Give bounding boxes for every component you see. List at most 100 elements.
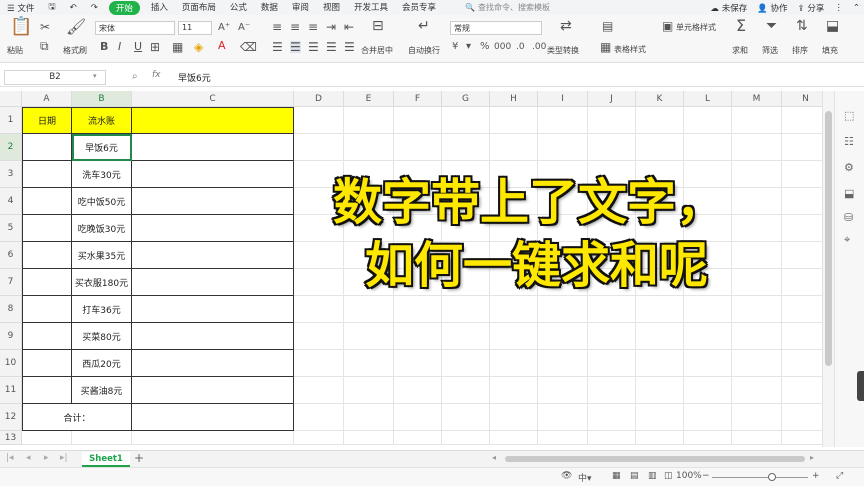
decrease-decimal-icon[interactable]: .00 — [532, 41, 546, 53]
cell-G9[interactable] — [442, 323, 490, 350]
cell-D2[interactable] — [294, 134, 344, 161]
cell-E11[interactable] — [344, 377, 394, 404]
first-sheet-icon[interactable]: |◂ — [6, 453, 14, 463]
cell-G10[interactable] — [442, 350, 490, 377]
increase-decimal-icon[interactable]: .0 — [516, 41, 525, 53]
decrease-font-icon[interactable]: A⁻ — [238, 22, 250, 34]
cell-M3[interactable] — [732, 161, 782, 188]
increase-font-icon[interactable]: A⁺ — [218, 22, 230, 34]
cell-J12[interactable] — [588, 404, 636, 431]
row-header-5[interactable]: 5 — [0, 215, 22, 242]
cell-G1[interactable] — [442, 107, 490, 134]
clear-format-icon[interactable]: ⌫ — [240, 41, 257, 53]
column-header-M[interactable]: M — [732, 91, 782, 107]
format-painter-button[interactable]: 格式刷 — [63, 45, 87, 56]
column-header-K[interactable]: K — [636, 91, 684, 107]
column-header-F[interactable]: F — [394, 91, 442, 107]
underline-icon[interactable]: U — [134, 41, 142, 53]
cell-I12[interactable] — [538, 404, 588, 431]
cell-A10[interactable] — [22, 350, 72, 377]
page-break-icon[interactable]: ▥ — [648, 471, 657, 481]
cell-C5[interactable] — [132, 215, 294, 242]
border-icon[interactable]: ⊞ — [150, 41, 160, 53]
cell-M7[interactable] — [732, 269, 782, 296]
cell-K10[interactable] — [636, 350, 684, 377]
auto-wrap-button[interactable]: 自动换行 — [408, 45, 440, 56]
cell-B8[interactable]: 打车36元 — [72, 296, 132, 323]
cell-I10[interactable] — [538, 350, 588, 377]
percent-icon[interactable]: % — [480, 41, 490, 53]
cell-C10[interactable] — [132, 350, 294, 377]
fill-icon[interactable]: ⬓ — [826, 19, 839, 33]
cell-D6[interactable] — [294, 242, 344, 269]
fullscreen-icon[interactable]: ⤢ — [836, 471, 843, 481]
prev-sheet-icon[interactable]: ◂ — [26, 453, 31, 463]
cell-E13[interactable] — [344, 431, 394, 445]
scroll-left-icon[interactable]: ◂ — [492, 453, 496, 462]
location-icon[interactable]: ⌖ — [844, 233, 850, 247]
formula-input[interactable]: 早饭6元 — [178, 71, 211, 84]
cell-M9[interactable] — [732, 323, 782, 350]
cell-A12[interactable]: 合计： — [22, 404, 132, 431]
cell-B2[interactable]: 早饭6元 — [72, 134, 132, 161]
cell-M12[interactable] — [732, 404, 782, 431]
cell-J8[interactable] — [588, 296, 636, 323]
auto-wrap-icon[interactable]: ↵ — [418, 19, 430, 33]
type-convert-icon[interactable]: ⇄ — [560, 19, 572, 33]
cell-K9[interactable] — [636, 323, 684, 350]
table-style-button[interactable]: 表格样式 — [614, 44, 646, 55]
cell-N8[interactable] — [782, 296, 822, 323]
cell-B6[interactable]: 买水果35元 — [72, 242, 132, 269]
cell-N7[interactable] — [782, 269, 822, 296]
cell-I8[interactable] — [538, 296, 588, 323]
panel-collapse-handle[interactable] — [857, 371, 864, 401]
font-size-select[interactable]: 11 — [178, 21, 212, 35]
align-middle-icon[interactable]: ≡ — [290, 21, 300, 33]
menu-tab-4[interactable]: 数据 — [254, 1, 285, 15]
cell-B13[interactable] — [72, 431, 132, 445]
cell-B4[interactable]: 吃中饭50元 — [72, 188, 132, 215]
cell-K11[interactable] — [636, 377, 684, 404]
cell-A1[interactable]: 日期 — [22, 107, 72, 134]
unsaved-status[interactable]: ☁ 未保存 — [711, 2, 748, 14]
more-icon[interactable]: ⋮ — [834, 3, 843, 13]
row-header-1[interactable]: 1 — [0, 107, 22, 134]
copy-icon[interactable]: ⧉ — [40, 40, 49, 52]
add-sheet-button[interactable]: + — [134, 451, 144, 465]
cell-A5[interactable] — [22, 215, 72, 242]
cell-J10[interactable] — [588, 350, 636, 377]
cell-N13[interactable] — [782, 431, 822, 445]
sort-button[interactable]: 排序 — [792, 45, 808, 56]
normal-view-icon[interactable]: ▦ — [612, 471, 621, 481]
cell-N11[interactable] — [782, 377, 822, 404]
cell-E1[interactable] — [344, 107, 394, 134]
cell-C3[interactable] — [132, 161, 294, 188]
cell-A8[interactable] — [22, 296, 72, 323]
indent-icon[interactable]: ⇥ — [326, 21, 336, 33]
row-header-6[interactable]: 6 — [0, 242, 22, 269]
cell-L2[interactable] — [684, 134, 732, 161]
align-left-icon[interactable]: ☰ — [272, 41, 283, 53]
zoom-in-icon[interactable]: + — [812, 471, 820, 481]
cell-H2[interactable] — [490, 134, 538, 161]
zoom-out-icon[interactable]: − — [702, 471, 710, 481]
cell-F8[interactable] — [394, 296, 442, 323]
cell-B5[interactable]: 吃晚饭30元 — [72, 215, 132, 242]
cell-C1[interactable] — [132, 107, 294, 134]
reading-view-icon[interactable]: ◫ — [664, 471, 673, 481]
properties-icon[interactable]: ☷ — [844, 135, 854, 148]
cell-G2[interactable] — [442, 134, 490, 161]
fill-button[interactable]: 填充 — [822, 45, 838, 56]
zoom-slider-knob[interactable] — [768, 473, 776, 481]
bold-icon[interactable]: B — [100, 41, 108, 53]
cell-G12[interactable] — [442, 404, 490, 431]
vertical-scrollbar[interactable] — [822, 91, 834, 447]
cell-L1[interactable] — [684, 107, 732, 134]
cell-F9[interactable] — [394, 323, 442, 350]
column-header-N[interactable]: N — [782, 91, 822, 107]
menu-tab-8[interactable]: 会员专享 — [395, 1, 443, 15]
sum-button[interactable]: 求和 — [732, 45, 748, 56]
cell-H8[interactable] — [490, 296, 538, 323]
cell-D13[interactable] — [294, 431, 344, 445]
fill-color-icon[interactable]: ◈ — [194, 41, 203, 53]
